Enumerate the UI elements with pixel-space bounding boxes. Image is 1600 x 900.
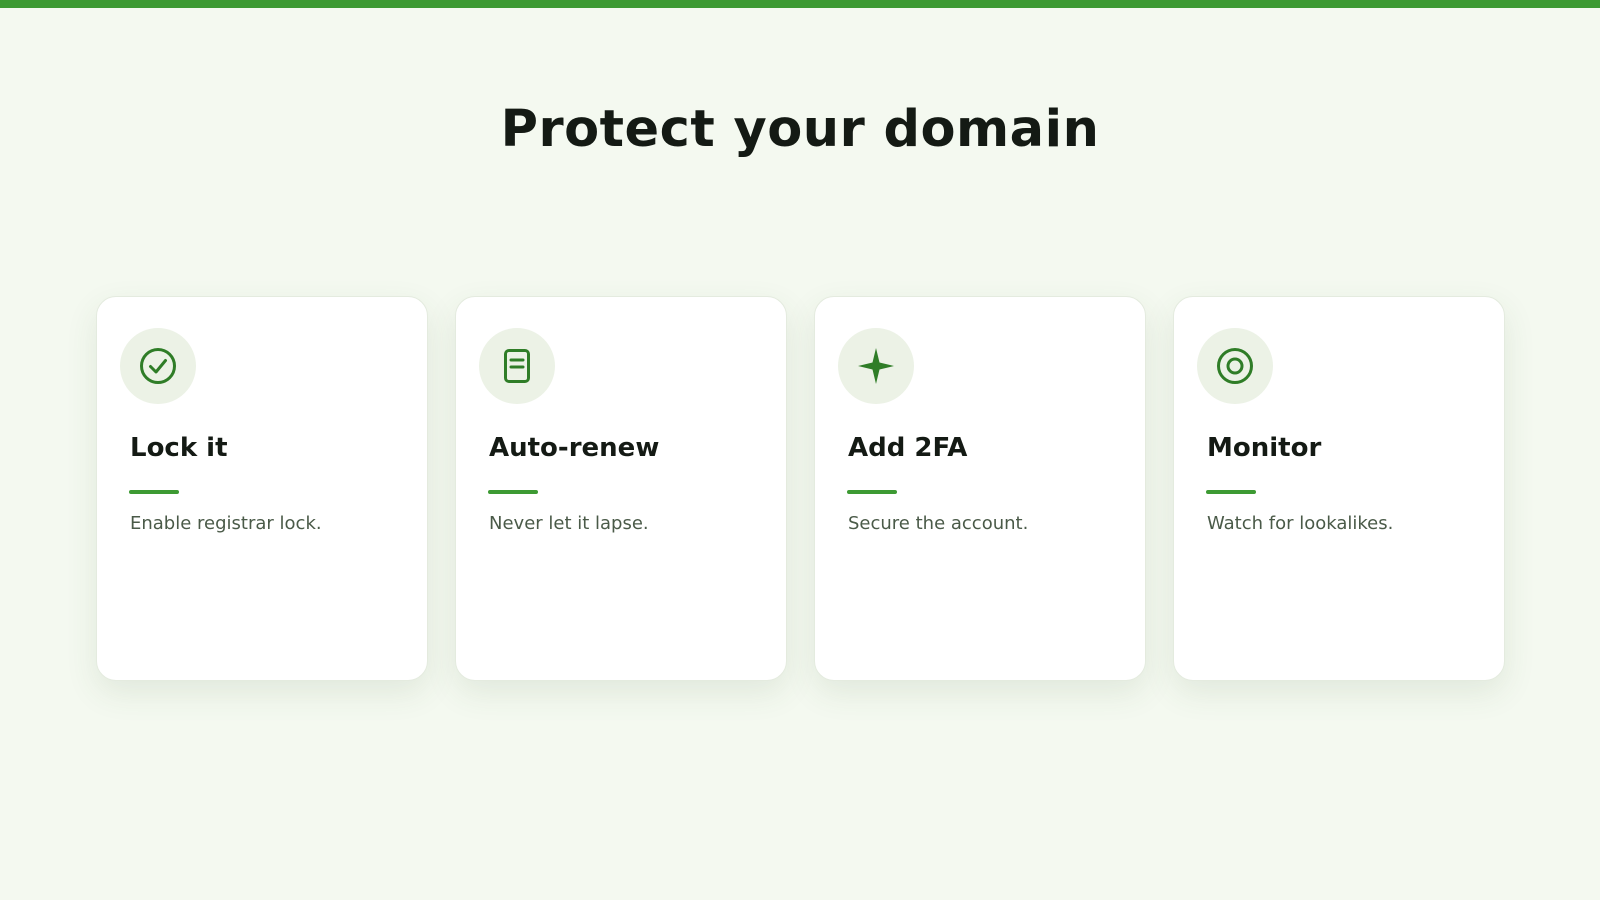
card-divider — [1206, 490, 1256, 494]
card-title: Monitor — [1207, 433, 1322, 463]
card-title: Auto-renew — [489, 433, 660, 463]
feature-cards: Lock it Enable registrar lock. Auto-rene… — [96, 296, 1505, 681]
top-accent-bar — [0, 0, 1600, 8]
card-divider — [129, 490, 179, 494]
feature-card-auto-renew: Auto-renew Never let it lapse. — [455, 296, 787, 681]
card-description: Secure the account. — [848, 513, 1029, 534]
card-description: Watch for lookalikes. — [1207, 513, 1394, 534]
card-title: Add 2FA — [848, 433, 968, 463]
card-description: Enable registrar lock. — [130, 513, 322, 534]
feature-card-2fa: Add 2FA Secure the account. — [814, 296, 1146, 681]
page-title: Protect your domain — [500, 100, 1100, 159]
document-icon — [479, 328, 555, 404]
feature-card-lock: Lock it Enable registrar lock. — [96, 296, 428, 681]
feature-card-monitor: Monitor Watch for lookalikes. — [1173, 296, 1505, 681]
check-circle-icon — [120, 328, 196, 404]
target-icon — [1197, 328, 1273, 404]
card-divider — [488, 490, 538, 494]
sparkle-icon — [838, 328, 914, 404]
card-divider — [847, 490, 897, 494]
card-title: Lock it — [130, 433, 228, 463]
card-description: Never let it lapse. — [489, 513, 649, 534]
